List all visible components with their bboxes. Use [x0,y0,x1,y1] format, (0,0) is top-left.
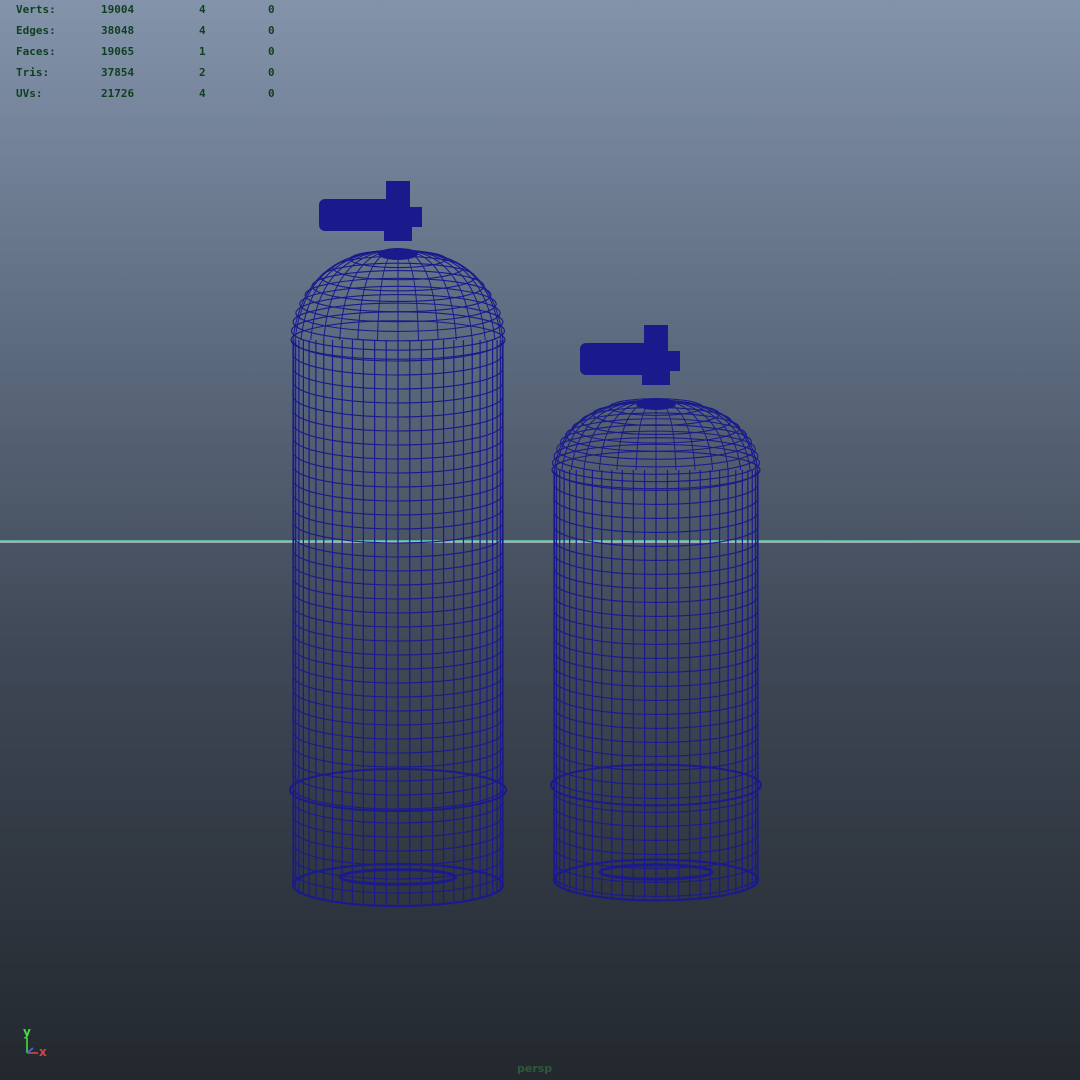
axis-gizmo: y x [23,1025,47,1059]
hud-total: 21726 [101,87,135,100]
hud-selected: 4 [199,24,206,37]
hud-label: Tris: [16,66,50,79]
valve-outlet [666,351,680,371]
valve-outlet [408,207,422,227]
hud-highlighted: 0 [268,66,275,79]
hud-highlighted: 0 [268,24,275,37]
hud-row-faces: Faces: 19065 1 0 [0,45,300,65]
hud-selected: 2 [199,66,206,79]
hud-row-verts: Verts: 19004 4 0 [0,3,300,23]
scuba-tank-small[interactable] [550,325,762,902]
hud-label: UVs: [16,87,43,100]
axis-y-label: y [23,1025,31,1039]
valve-knob [580,343,656,375]
perspective-viewport[interactable] [0,0,1080,1080]
hud-total: 38048 [101,24,135,37]
hud-highlighted: 0 [268,87,275,100]
hud-selected: 1 [199,45,206,58]
hud-label: Verts: [16,3,56,16]
hud-label: Faces: [16,45,56,58]
hud-highlighted: 0 [268,45,275,58]
hud-row-uvs: UVs: 21726 4 0 [0,87,300,107]
hud-row-edges: Edges: 38048 4 0 [0,24,300,44]
valve-knob [319,199,398,231]
hud-label: Edges: [16,24,56,37]
hud-selected: 4 [199,87,206,100]
hud-total: 37854 [101,66,135,79]
hud-highlighted: 0 [268,3,275,16]
scuba-tank-large[interactable] [289,181,507,908]
axis-x-label: x [39,1045,47,1059]
camera-label: persp [517,1062,553,1075]
hud-row-tris: Tris: 37854 2 0 [0,66,300,86]
hud-total: 19065 [101,45,135,58]
hud-selected: 4 [199,3,206,16]
valve-neck [636,398,676,410]
hud-total: 19004 [101,3,135,16]
valve-neck [378,248,418,260]
